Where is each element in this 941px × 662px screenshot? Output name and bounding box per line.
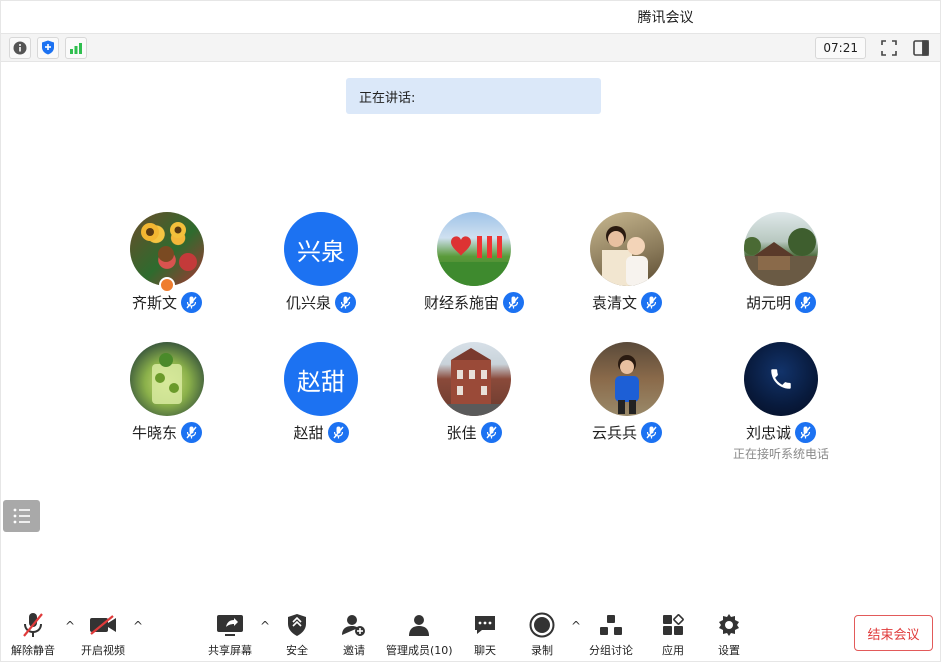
start-video-button[interactable]: 开启视频: [81, 611, 125, 658]
share-options-chevron-icon[interactable]: ^: [260, 619, 270, 633]
participant-tile[interactable]: 张佳: [404, 342, 544, 443]
invite-button[interactable]: 邀请: [341, 611, 367, 658]
signal-icon[interactable]: [65, 36, 87, 59]
avatar: [437, 212, 511, 286]
mic-muted-icon: [335, 292, 356, 313]
avatar: [744, 212, 818, 286]
mic-muted-icon: [795, 292, 816, 313]
mic-muted-icon: [480, 422, 502, 443]
share-screen-icon: [216, 611, 244, 639]
participant-name: 赵甜: [293, 424, 324, 442]
security-shield-icon: [286, 611, 308, 639]
mic-off-icon: [22, 611, 44, 639]
host-icon: [159, 277, 175, 293]
avatar: [590, 212, 664, 286]
avatar: [437, 342, 511, 416]
invite-icon: [341, 611, 367, 639]
security-button[interactable]: 安全: [286, 611, 308, 658]
members-icon: [406, 611, 432, 639]
apps-button[interactable]: 应用: [661, 611, 685, 658]
list-view-button[interactable]: [3, 500, 40, 532]
participant-name: 刘忠诚: [745, 424, 791, 442]
status-bar: 07:21: [1, 33, 940, 62]
mic-muted-icon: [181, 422, 202, 443]
participant-tile[interactable]: 刘忠诚 正在接听系统电话: [711, 342, 851, 462]
participant-tile[interactable]: 齐斯文: [97, 212, 237, 313]
bottom-toolbar: 解除静音 ^ 开启视频 ^ 共享屏幕 ^ 安全 邀请 管理成员(10) 聊天 录…: [1, 607, 940, 662]
participant-status: 正在接听系统电话: [732, 447, 829, 461]
mic-muted-icon: [641, 422, 662, 443]
sidebar-toggle-icon[interactable]: [910, 37, 932, 59]
participant-tile[interactable]: 赵甜 赵甜: [251, 342, 391, 443]
participant-name: 云兵兵: [591, 424, 637, 442]
participant-tile[interactable]: 财经系施宙: [404, 212, 544, 313]
avatar: 兴泉: [284, 212, 358, 286]
chat-button[interactable]: 聊天: [473, 611, 497, 658]
participant-name: 袁清文: [591, 294, 637, 312]
breakout-icon: [598, 611, 624, 639]
unmute-button[interactable]: 解除静音: [11, 611, 55, 658]
avatar: [130, 212, 204, 286]
manage-members-button[interactable]: 管理成员(10): [386, 611, 453, 658]
meeting-window: 腾讯会议 07:21 正在讲话: 齐斯文 兴泉 仉兴泉 财经系施宙 袁清文 胡元…: [0, 0, 941, 662]
record-icon: [529, 611, 555, 639]
video-off-icon: [89, 611, 117, 639]
participant-name: 胡元明: [745, 294, 791, 312]
breakout-button[interactable]: 分组讨论: [589, 611, 633, 658]
mic-muted-icon: [641, 292, 662, 313]
participant-tile[interactable]: 兴泉 仉兴泉: [251, 212, 391, 313]
mic-muted-icon: [327, 422, 349, 443]
participant-name: 财经系施宙: [423, 294, 499, 312]
participant-name: 张佳: [446, 424, 477, 442]
avatar: [130, 342, 204, 416]
speaking-indicator: 正在讲话:: [346, 78, 601, 114]
list-icon: [13, 508, 30, 524]
audio-options-chevron-icon[interactable]: ^: [65, 619, 75, 633]
mic-muted-icon: [181, 292, 202, 313]
avatar: 赵甜: [284, 342, 358, 416]
participant-tile[interactable]: 牛晓东: [97, 342, 237, 443]
window-title: 腾讯会议: [637, 10, 694, 26]
participant-name: 牛晓东: [131, 424, 177, 442]
participant-tile[interactable]: 胡元明: [711, 212, 851, 313]
chat-icon: [473, 611, 497, 639]
settings-button[interactable]: 设置: [717, 611, 741, 658]
title-bar: 腾讯会议: [1, 1, 940, 33]
participant-name: 仉兴泉: [285, 294, 331, 312]
video-options-chevron-icon[interactable]: ^: [133, 619, 143, 633]
gear-icon: [717, 611, 741, 639]
participant-tile[interactable]: 云兵兵: [557, 342, 697, 443]
fullscreen-icon[interactable]: [878, 37, 900, 59]
meeting-timer: 07:21: [815, 36, 866, 59]
mic-muted-icon: [795, 422, 816, 443]
end-meeting-button[interactable]: 结束会议: [854, 615, 933, 651]
apps-icon: [661, 611, 685, 639]
share-screen-button[interactable]: 共享屏幕: [208, 611, 252, 658]
phone-icon: [744, 342, 818, 416]
record-options-chevron-icon[interactable]: ^: [571, 619, 581, 633]
participant-name: 齐斯文: [131, 294, 177, 312]
shield-icon[interactable]: [37, 36, 59, 59]
info-icon[interactable]: [9, 36, 31, 59]
participant-tile[interactable]: 袁清文: [557, 212, 697, 313]
avatar: [590, 342, 664, 416]
mic-muted-icon: [503, 292, 524, 313]
record-button[interactable]: 录制: [529, 611, 555, 658]
